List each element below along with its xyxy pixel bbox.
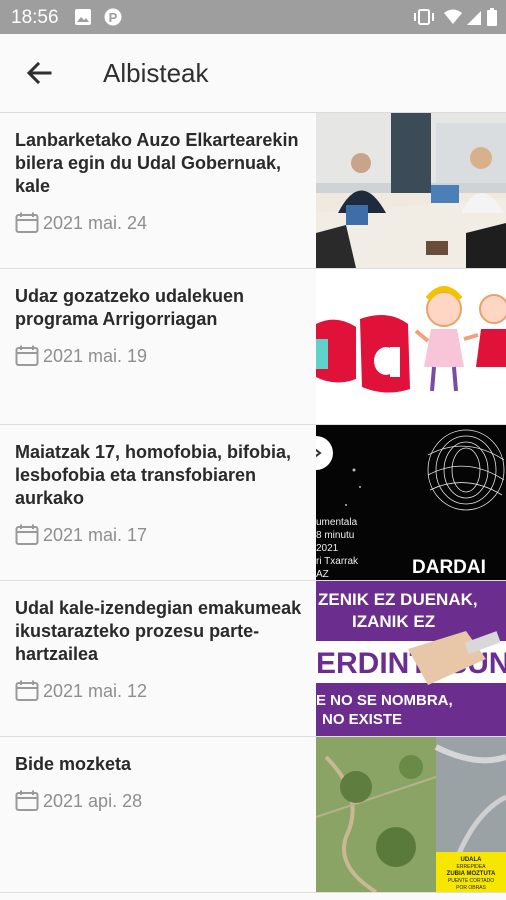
calendar-icon xyxy=(15,680,39,701)
news-date: 2021 mai. 19 xyxy=(15,345,305,367)
battery-icon xyxy=(487,8,497,26)
news-date: 2021 mai. 24 xyxy=(15,212,305,234)
news-thumbnail xyxy=(316,113,506,268)
news-date-text: 2021 mai. 12 xyxy=(43,680,148,701)
poster-line: 8 minutu xyxy=(316,530,354,541)
news-headline: Maiatzak 17, homofobia, bifobia, lesbofo… xyxy=(15,442,292,508)
back-arrow-icon[interactable] xyxy=(22,56,56,90)
status-time: 18:56 xyxy=(11,7,59,28)
news-list: Lanbarketako Auzo Elkartearekin bilera e… xyxy=(0,113,506,893)
news-headline: Bide mozketa xyxy=(15,754,132,774)
news-headline: Lanbarketako Auzo Elkartearekin bilera e… xyxy=(15,130,299,196)
news-date: 2021 api. 28 xyxy=(15,790,305,812)
news-date: 2021 mai. 17 xyxy=(15,524,305,546)
news-item[interactable]: Udal kale-izendegian emakumeak ikustaraz… xyxy=(0,581,506,737)
news-item[interactable]: Maiatzak 17, homofobia, bifobia, lesbofo… xyxy=(0,425,506,581)
signal-icon xyxy=(467,11,481,25)
sign-line: POR OBRAS xyxy=(456,885,486,891)
summer-camp-illustration xyxy=(316,269,506,424)
calendar-icon xyxy=(15,212,39,233)
status-bar: 18:56 P xyxy=(0,0,506,34)
news-date-text: 2021 api. 28 xyxy=(43,790,143,811)
news-thumbnail: umentala 8 minutu 2021 ri Txarrak AZ DAR… xyxy=(316,425,506,580)
sign-line: UDALA xyxy=(461,857,483,863)
poster-line: 2021 xyxy=(316,543,339,554)
poster-line: AZ xyxy=(316,569,329,580)
news-headline: Udaz gozatzeko udalekuen programa Arrigo… xyxy=(15,286,245,329)
sign-line: PUENTE CORTADO xyxy=(448,878,494,884)
news-item[interactable]: Bide mozketa 2021 api. 28 UDALA ERREPIDE… xyxy=(0,737,506,893)
vibrate-icon xyxy=(414,9,434,25)
svg-text:P: P xyxy=(109,10,118,25)
poster-line: ZENIK EZ DUENAK, xyxy=(318,590,478,609)
news-thumbnail: UDALA ERREPIDEA ZUBIA MOZTUTA PUENTE COR… xyxy=(316,737,506,892)
news-item[interactable]: Udaz gozatzeko udalekuen programa Arrigo… xyxy=(0,269,506,425)
news-date-text: 2021 mai. 19 xyxy=(43,345,148,366)
poster-line: NO EXISTE xyxy=(322,711,402,728)
poster-line: ri Txarrak xyxy=(316,556,359,567)
news-thumbnail xyxy=(316,269,506,424)
news-date: 2021 mai. 12 xyxy=(15,680,305,702)
news-thumbnail: ZENIK EZ DUENAK, IZANIK EZ ERDINTASUN E … xyxy=(316,581,506,736)
parking-notification-icon: P xyxy=(104,8,122,26)
equality-poster: ZENIK EZ DUENAK, IZANIK EZ ERDINTASUN E … xyxy=(316,581,506,736)
news-headline: Udal kale-izendegian emakumeak ikustaraz… xyxy=(15,598,302,664)
image-notification-icon xyxy=(75,9,91,25)
news-date-text: 2021 mai. 17 xyxy=(43,524,148,545)
meeting-photo xyxy=(316,113,506,268)
sign-line: ERREPIDEA xyxy=(457,864,487,870)
sign-line: ZUBIA MOZTUTA xyxy=(447,871,496,877)
calendar-icon xyxy=(15,345,39,366)
wifi-icon xyxy=(444,9,462,24)
road-closure-map: UDALA ERREPIDEA ZUBIA MOZTUTA PUENTE COR… xyxy=(316,737,506,892)
app-bar: Albisteak xyxy=(0,34,506,113)
calendar-icon xyxy=(15,790,39,811)
documentary-poster: umentala 8 minutu 2021 ri Txarrak AZ DAR… xyxy=(316,425,506,580)
calendar-icon xyxy=(15,524,39,545)
poster-title: DARDAI xyxy=(412,557,486,578)
news-date-text: 2021 mai. 24 xyxy=(43,212,148,233)
poster-line: E NO SE NOMBRA, xyxy=(316,692,453,709)
page-title: Albisteak xyxy=(103,58,209,88)
poster-line: IZANIK EZ xyxy=(352,612,435,631)
poster-line: umentala xyxy=(316,517,358,528)
news-item[interactable]: Lanbarketako Auzo Elkartearekin bilera e… xyxy=(0,113,506,269)
